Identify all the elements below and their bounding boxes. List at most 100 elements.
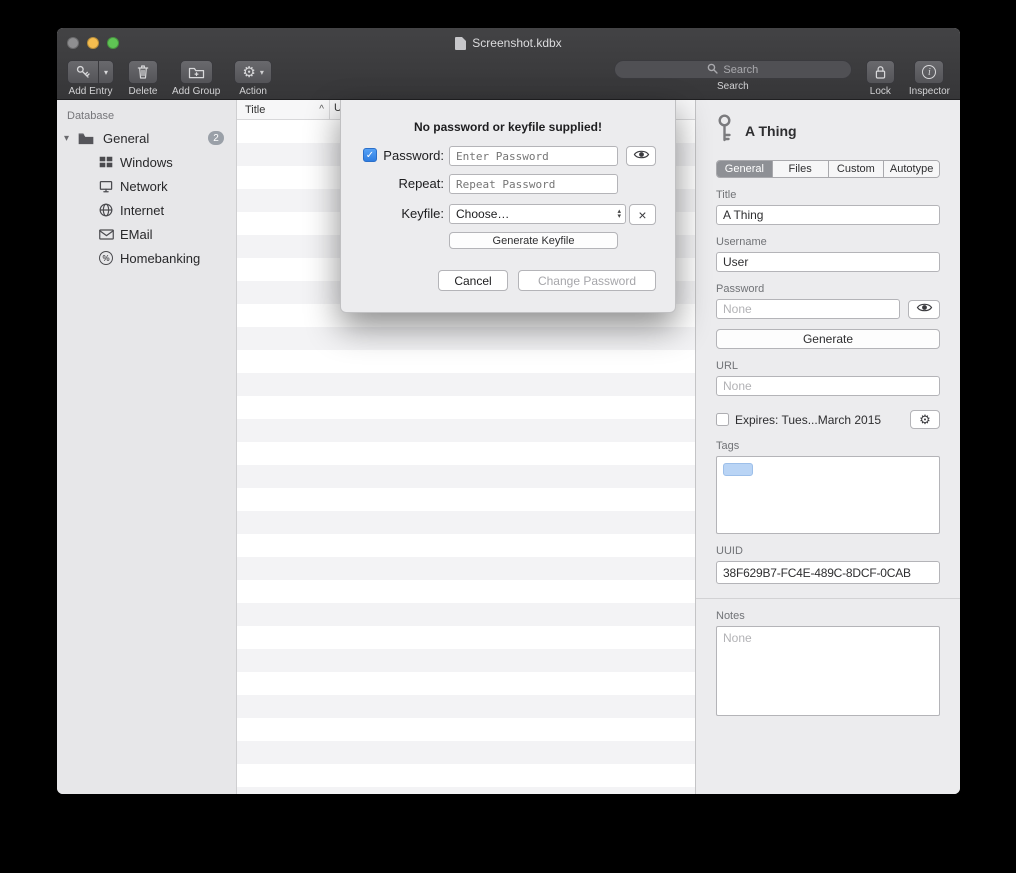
password-label: Password xyxy=(716,283,940,295)
gear-icon: ⚙ xyxy=(242,63,255,81)
entry-title: A Thing xyxy=(745,123,797,139)
trash-icon xyxy=(136,64,150,80)
sidebar-item-internet[interactable]: Internet xyxy=(57,198,236,222)
toolbar-add-entry: ▾ Add Entry xyxy=(67,60,114,100)
tab-files[interactable]: Files xyxy=(772,161,828,177)
keyfile-label: Keyfile: xyxy=(341,206,444,221)
sidebar-item-network[interactable]: Network xyxy=(57,174,236,198)
show-password-button[interactable] xyxy=(626,146,656,166)
toolbar: ▾ Add Entry Delete xyxy=(57,58,960,100)
folder-plus-icon xyxy=(188,65,205,79)
url-field[interactable] xyxy=(716,376,940,396)
envelope-icon xyxy=(97,229,115,240)
sidebar-item-label: EMail xyxy=(120,227,153,242)
count-badge: 2 xyxy=(208,131,224,145)
globe-icon xyxy=(97,203,115,217)
generate-keyfile-button[interactable]: Generate Keyfile xyxy=(449,232,618,249)
inspector-panel: A Thing General Files Custom Autotype Ti… xyxy=(695,100,960,794)
expires-settings-button[interactable]: ⚙ xyxy=(910,410,940,429)
repeat-label: Repeat: xyxy=(341,176,444,191)
add-group-button[interactable] xyxy=(180,60,213,84)
username-field[interactable] xyxy=(716,252,940,272)
repeat-input[interactable] xyxy=(449,174,618,194)
uuid-label: UUID xyxy=(716,545,940,557)
expires-label: Expires: Tues...March 2015 xyxy=(735,413,904,427)
toolbar-delete: Delete xyxy=(128,60,158,100)
sidebar-item-general[interactable]: ▾ General 2 xyxy=(57,126,236,150)
toolbar-search: Search Search xyxy=(614,60,852,100)
username-label: Username xyxy=(716,236,940,248)
password-label: Password: xyxy=(341,148,444,163)
toolbar-inspector: i Inspector xyxy=(909,60,950,100)
cancel-button[interactable]: Cancel xyxy=(438,270,508,291)
tag-chip[interactable] xyxy=(723,463,753,476)
inspector-button[interactable]: i xyxy=(914,60,944,84)
titlebar: Screenshot.kdbx xyxy=(57,28,960,58)
tab-autotype[interactable]: Autotype xyxy=(883,161,939,177)
windows-icon xyxy=(97,156,115,168)
monitor-icon xyxy=(97,180,115,193)
url-label: URL xyxy=(716,360,940,372)
gear-icon: ⚙ xyxy=(919,412,931,428)
window-title: Screenshot.kdbx xyxy=(57,28,960,58)
search-icon xyxy=(707,63,718,77)
eye-icon xyxy=(633,147,650,165)
inspector-tabs: General Files Custom Autotype xyxy=(716,160,940,178)
inspector-header: A Thing xyxy=(716,114,940,147)
sidebar-item-label: Windows xyxy=(120,155,173,170)
notes-field[interactable] xyxy=(716,626,940,716)
sidebar-item-email[interactable]: EMail xyxy=(57,222,236,246)
notes-label: Notes xyxy=(716,610,940,622)
info-icon: i xyxy=(922,65,936,79)
key-icon xyxy=(75,64,91,80)
sidebar-item-label: General xyxy=(103,131,149,146)
clear-keyfile-button[interactable]: × xyxy=(629,204,656,225)
key-icon xyxy=(716,114,733,147)
uuid-field[interactable] xyxy=(716,561,940,584)
action-button[interactable]: ⚙ ▾ xyxy=(234,60,271,84)
dialog-message: No password or keyfile supplied! xyxy=(341,120,675,134)
lock-button[interactable] xyxy=(866,60,895,84)
sidebar-item-label: Network xyxy=(120,179,168,194)
close-icon: × xyxy=(638,207,646,223)
add-entry-dropdown[interactable]: ▾ xyxy=(99,60,114,84)
tab-general[interactable]: General xyxy=(717,161,772,177)
document-icon xyxy=(455,37,466,50)
search-placeholder: Search xyxy=(723,64,758,76)
show-password-button[interactable] xyxy=(908,300,940,319)
divider xyxy=(696,598,960,599)
window-chrome: Screenshot.kdbx ▾ xyxy=(57,28,960,100)
lock-icon xyxy=(874,65,887,80)
tags-box[interactable] xyxy=(716,456,940,534)
keyfile-popup[interactable]: Choose… ▴▾ xyxy=(449,204,626,224)
sidebar-header: Database xyxy=(67,110,236,122)
percent-coin-icon: % xyxy=(97,251,115,265)
generate-password-button[interactable]: Generate xyxy=(716,329,940,349)
change-password-button[interactable]: Change Password xyxy=(518,270,656,291)
toolbar-left-group: ▾ Add Entry Delete xyxy=(67,60,272,100)
toolbar-action: ⚙ ▾ Action xyxy=(234,60,271,100)
expires-checkbox[interactable] xyxy=(716,413,729,426)
sidebar-item-label: Internet xyxy=(120,203,164,218)
add-entry-button[interactable] xyxy=(67,60,99,84)
password-input[interactable] xyxy=(449,146,618,166)
column-header-title[interactable]: Title ^ xyxy=(237,100,330,119)
sidebar: Database ▾ General 2 Windows xyxy=(57,100,237,794)
toolbar-right-group: Search Search Lock xyxy=(614,60,950,100)
disclosure-triangle-icon[interactable]: ▾ xyxy=(64,133,69,144)
sort-ascending-icon: ^ xyxy=(319,104,324,115)
tab-custom[interactable]: Custom xyxy=(828,161,884,177)
chevron-down-icon: ▾ xyxy=(104,68,108,77)
search-input[interactable]: Search xyxy=(614,60,852,79)
delete-button[interactable] xyxy=(128,60,158,84)
sidebar-item-homebanking[interactable]: % Homebanking xyxy=(57,246,236,270)
chevron-down-icon: ▾ xyxy=(260,68,264,77)
password-field[interactable] xyxy=(716,299,900,319)
stepper-icon: ▴▾ xyxy=(617,209,625,219)
title-field[interactable] xyxy=(716,205,940,225)
sidebar-item-label: Homebanking xyxy=(120,251,200,266)
change-password-dialog: No password or keyfile supplied! ✓ Passw… xyxy=(340,100,676,313)
tags-label: Tags xyxy=(716,440,940,452)
title-label: Title xyxy=(716,189,940,201)
sidebar-item-windows[interactable]: Windows xyxy=(57,150,236,174)
